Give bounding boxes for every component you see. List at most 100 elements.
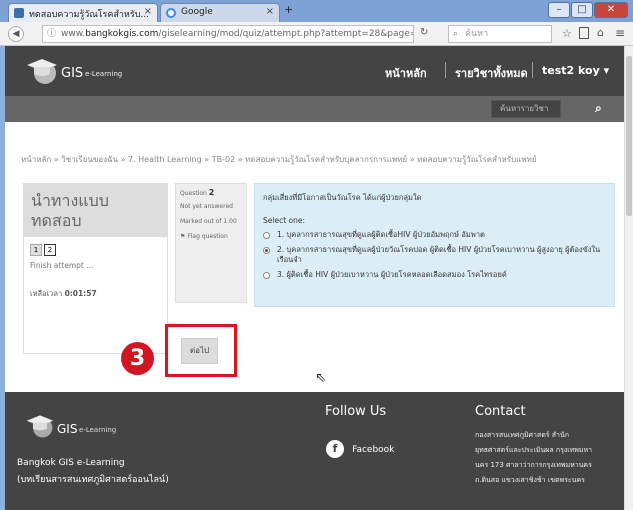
- next-button[interactable]: ต่อไป: [181, 338, 218, 364]
- nav-all-courses[interactable]: รายวิชาทั้งหมด: [455, 64, 528, 82]
- answer-option-2[interactable]: 2. บุคลากรสาธารณสุขที่ดูแลผู้ป่วยวัณโรคป…: [263, 245, 606, 265]
- site-footer: GIS e-Learning Bangkok GIS e-Learning (บ…: [5, 392, 624, 510]
- browser-search-input[interactable]: ⌕ ค้นหา: [448, 25, 552, 43]
- reading-list-icon[interactable]: [579, 27, 589, 39]
- breadcrumb-my-courses[interactable]: วิชาเรียนของฉัน: [61, 155, 118, 164]
- quiz-page-2[interactable]: 2: [44, 244, 56, 256]
- logo-subtext: e-Learning: [85, 70, 123, 78]
- breadcrumb-separator: »: [53, 155, 59, 164]
- contact-line: ยุทธศาสตร์และประเมินผล กรุงเทพมหา: [475, 446, 593, 454]
- question-info: Question 2 Not yet answered Marked out o…: [175, 183, 247, 303]
- maximize-button[interactable]: □: [571, 2, 593, 18]
- search-icon: ⌕: [453, 29, 459, 39]
- breadcrumb-separator: »: [204, 155, 210, 164]
- flag-question[interactable]: ⚑ Flag question: [180, 233, 242, 240]
- tab-quiz[interactable]: ทดสอบความรู้วัณโรคสำหรับ... ×: [8, 3, 158, 22]
- footer-logo-text: GIS: [57, 422, 78, 436]
- chevron-down-icon: ▾: [603, 64, 610, 77]
- logo-text: GIS: [61, 66, 84, 81]
- facebook-link[interactable]: f Facebook: [326, 437, 394, 458]
- nav-divider: [532, 62, 533, 78]
- navigation-bar: ◀ ⓘ www.bangkokgis.com/giselearning/mod/…: [0, 22, 633, 46]
- nav-divider: [445, 62, 446, 78]
- time-left-value: 0:01:57: [64, 289, 97, 298]
- select-one-label: Select one:: [263, 216, 306, 225]
- breadcrumb-separator: »: [120, 155, 126, 164]
- breadcrumb-section[interactable]: ทดสอบความรู้วัณโรคสำหรับบุคลากรการแพทย์: [245, 155, 407, 164]
- contact-title: Contact: [475, 404, 526, 419]
- question-label: Question: [180, 190, 207, 197]
- breadcrumb-separator: »: [409, 155, 415, 164]
- minimize-button[interactable]: –: [548, 2, 570, 18]
- google-favicon-icon: [166, 8, 176, 18]
- close-tab-icon[interactable]: ×: [144, 6, 152, 17]
- time-left: เหลือเวลา 0:01:57: [30, 288, 97, 300]
- question-marks: Marked out of 1.00: [180, 218, 237, 225]
- search-icon[interactable]: ⌕: [595, 101, 602, 116]
- answer-option-3[interactable]: 3. ผู้ติดเชื้อ HIV ผู้ป่วยเบาหวาน ผู้ป่ว…: [263, 270, 606, 280]
- breadcrumb-course[interactable]: TB-02: [212, 155, 235, 164]
- url-host: bangkokgis.com: [85, 29, 159, 39]
- star-icon[interactable]: ☆: [562, 27, 572, 40]
- tab-strip: ทดสอบความรู้วัณโรคสำหรับ... × Google × +…: [0, 0, 633, 22]
- vertical-scrollbar[interactable]: [624, 46, 633, 510]
- answer-option-label: 1. บุคลากรสาธารณสุขที่ดูแลผู้ติดเชื้อHIV…: [277, 230, 485, 239]
- answer-option-1[interactable]: 1. บุคลากรสาธารณสุขที่ดูแลผู้ติดเชื้อHIV…: [263, 230, 606, 240]
- breadcrumb-quiz[interactable]: ทดสอบความรู้วัณโรคสำหรับแพทย์: [417, 155, 536, 164]
- close-tab-icon[interactable]: ×: [266, 6, 274, 17]
- radio-button[interactable]: [263, 272, 270, 279]
- breadcrumb-health-learning[interactable]: 7. Health Learning: [128, 155, 202, 164]
- quiz-navigation-block: 1 2 Finish attempt ... เหลือเวลา 0:01:57: [23, 237, 168, 354]
- address-bar[interactable]: ⓘ www.bangkokgis.com/giselearning/mod/qu…: [42, 25, 414, 43]
- contact-line: ถ.ดินสอ แขวงเสาชิงช้า เขตพระนคร: [475, 476, 585, 484]
- contact-line: กองสารสนเทศภูมิศาสตร์ สำนัก: [475, 431, 569, 439]
- url-prefix: www.: [61, 29, 86, 39]
- menu-icon[interactable]: ≡: [615, 26, 625, 40]
- question-status: Not yet answered: [180, 203, 233, 210]
- tab-label: ทดสอบความรู้วัณโรคสำหรับ...: [29, 10, 149, 20]
- footer-site-subtitle: (บทเรียนสารสนเทศภูมิศาสตร์ออนไลน์): [17, 475, 169, 485]
- moodle-favicon-icon: [14, 8, 24, 18]
- scrollbar-thumb[interactable]: [626, 56, 632, 216]
- quiz-page-1[interactable]: 1: [30, 244, 42, 256]
- tab-google[interactable]: Google ×: [160, 3, 280, 22]
- search-placeholder: ค้นหา: [465, 29, 489, 39]
- finish-attempt-link[interactable]: Finish attempt ...: [30, 261, 93, 270]
- follow-us-title: Follow Us: [325, 404, 387, 419]
- quiz-navigation-header: นำทางแบบ ทดสอบ: [23, 183, 168, 237]
- info-icon: ⓘ: [47, 29, 57, 39]
- answer-option-label: 3. ผู้ติดเชื้อ HIV ผู้ป่วยเบาหวาน ผู้ป่ว…: [277, 270, 507, 279]
- facebook-icon: f: [326, 440, 344, 458]
- reload-icon[interactable]: ↻: [420, 27, 428, 38]
- quiz-navigation-title-line2: ทดสอบ: [31, 211, 82, 230]
- time-left-label: เหลือเวลา: [30, 289, 63, 298]
- question-text: กลุ่มเสี่ยงที่มีโอกาสเป็นวัณโรค ได้แก่ผู…: [263, 193, 422, 202]
- new-tab-button[interactable]: +: [284, 3, 293, 16]
- nav-home[interactable]: หน้าหลัก: [385, 64, 427, 82]
- mouse-cursor-icon: ⇖: [315, 370, 327, 386]
- logo-icon[interactable]: [25, 56, 59, 86]
- close-window-button[interactable]: ✕: [594, 2, 628, 18]
- annotation-step-badge: 3: [121, 342, 154, 375]
- flag-question-label: Flag question: [187, 233, 228, 240]
- home-icon[interactable]: ⌂: [597, 26, 604, 39]
- contact-line: นคร 173 ศาลาว่าการกรุงเทพมหานคร: [475, 461, 592, 469]
- breadcrumb-separator: »: [237, 155, 243, 164]
- user-name: test2 koy: [542, 64, 600, 77]
- breadcrumb-home[interactable]: หน้าหลัก: [21, 155, 51, 164]
- footer-logo-subtext: e-Learning: [79, 426, 117, 434]
- web-page: GIS e-Learning หน้าหลัก รายวิชาทั้งหมด t…: [5, 46, 624, 510]
- course-search-input[interactable]: ค้นหารายวิชา: [491, 100, 561, 118]
- contact-address: กองสารสนเทศภูมิศาสตร์ สำนัก ยุทธศาสตร์แล…: [475, 428, 620, 488]
- answer-option-label: 2. บุคลากรสาธารณสุขที่ดูแลผู้ป่วยวัณโรคป…: [277, 245, 601, 264]
- radio-button[interactable]: [263, 232, 270, 239]
- footer-site-name: Bangkok GIS e-Learning: [17, 458, 125, 468]
- user-menu[interactable]: test2 koy ▾: [542, 64, 609, 77]
- radio-button-selected[interactable]: [263, 247, 270, 254]
- facebook-label: Facebook: [352, 445, 395, 455]
- site-header: GIS e-Learning หน้าหลัก รายวิชาทั้งหมด t…: [5, 46, 624, 96]
- url-path: /giselearning/mod/quiz/attempt.php?attem…: [158, 29, 414, 39]
- back-arrow-icon[interactable]: ◀: [8, 26, 24, 42]
- question-box: กลุ่มเสี่ยงที่มีโอกาสเป็นวัณโรค ได้แก่ผู…: [254, 183, 615, 307]
- question-number: 2: [208, 188, 215, 197]
